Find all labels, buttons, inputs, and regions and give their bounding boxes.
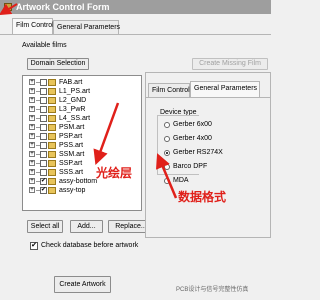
annotation-arrows xyxy=(0,3,178,199)
title-arrow-icon xyxy=(0,3,18,16)
format-annotation: 数据格式 xyxy=(178,190,227,204)
layer-arrow-icon xyxy=(93,102,120,166)
layer-annotation: 光绘层 xyxy=(96,166,133,180)
watermark-text: PCB设计与信号完整性仿真 xyxy=(176,287,249,293)
format-arrow-icon xyxy=(155,153,178,199)
